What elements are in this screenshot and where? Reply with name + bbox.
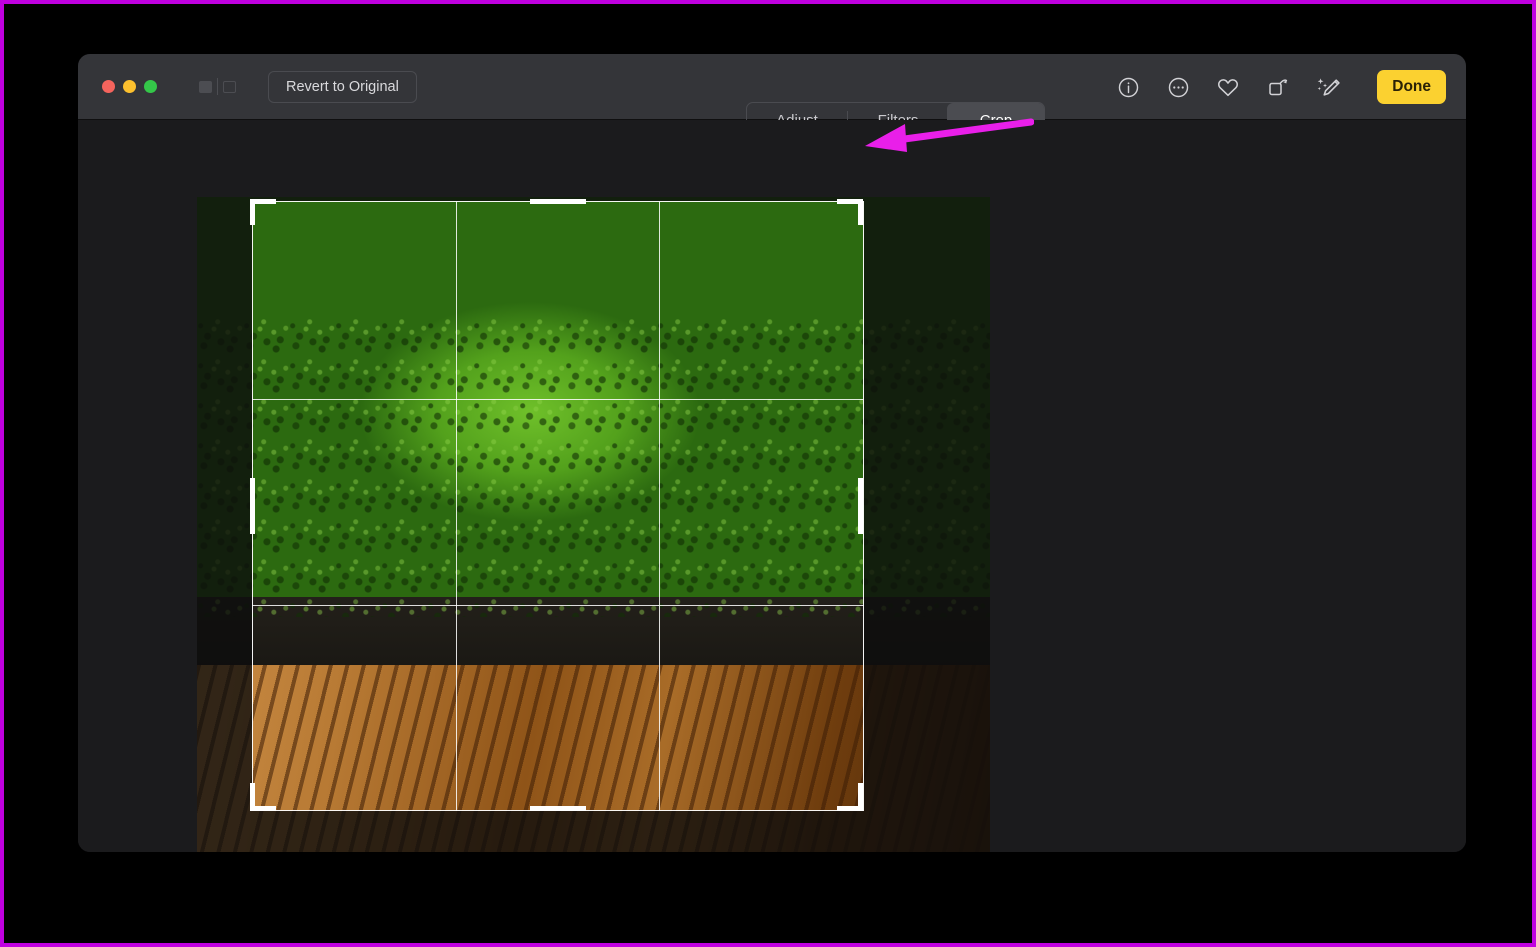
- crop-handle-bottom-right[interactable]: [837, 806, 863, 811]
- close-button[interactable]: [102, 80, 115, 93]
- revert-to-original-button[interactable]: Revert to Original: [268, 70, 417, 103]
- done-button[interactable]: Done: [1377, 70, 1446, 104]
- maximize-button[interactable]: [144, 80, 157, 93]
- grid-view-icon[interactable]: [199, 80, 212, 93]
- photo-canvas[interactable]: 15 10 5 0 -5 -10 -15: [197, 197, 990, 852]
- crop-grid-line-vertical-1: [456, 201, 457, 811]
- crop-handle-top-left[interactable]: [250, 199, 276, 204]
- editor-content: 15 10 5 0 -5 -10 -15: [78, 120, 1466, 852]
- view-mode-toggle[interactable]: [199, 78, 236, 95]
- crop-handle-right[interactable]: [858, 478, 863, 534]
- crop-handle-top[interactable]: [530, 199, 586, 204]
- window-controls: [102, 80, 157, 93]
- toggle-divider: [217, 78, 218, 95]
- screenshot-root: Revert to Original Adjust Filters Crop: [0, 0, 1536, 947]
- done-button-label: Done: [1392, 78, 1431, 95]
- more-options-icon[interactable]: [1165, 74, 1191, 100]
- window-toolbar: Revert to Original Adjust Filters Crop: [78, 54, 1466, 138]
- crop-grid-line-vertical-2: [659, 201, 660, 811]
- crop-handle-left[interactable]: [250, 478, 255, 534]
- crop-handle-bottom[interactable]: [530, 806, 586, 811]
- toolbar-actions: Done: [1115, 54, 1446, 120]
- photo-image-cropped: [252, 201, 864, 811]
- favorite-heart-icon[interactable]: [1215, 74, 1241, 100]
- crop-grid-line-horizontal-1: [252, 399, 864, 400]
- crop-handle-bottom-left[interactable]: [250, 806, 276, 811]
- crop-region[interactable]: [252, 201, 864, 811]
- minimize-button[interactable]: [123, 80, 136, 93]
- crop-grid-line-horizontal-2: [252, 605, 864, 606]
- single-view-icon[interactable]: [223, 80, 236, 93]
- auto-enhance-icon[interactable]: [1315, 74, 1341, 100]
- revert-to-original-label: Revert to Original: [286, 78, 399, 95]
- rotate-icon[interactable]: [1265, 74, 1291, 100]
- crop-handle-top-right[interactable]: [837, 199, 863, 204]
- photos-editor-window: Revert to Original Adjust Filters Crop: [78, 54, 1466, 852]
- info-icon[interactable]: [1115, 74, 1141, 100]
